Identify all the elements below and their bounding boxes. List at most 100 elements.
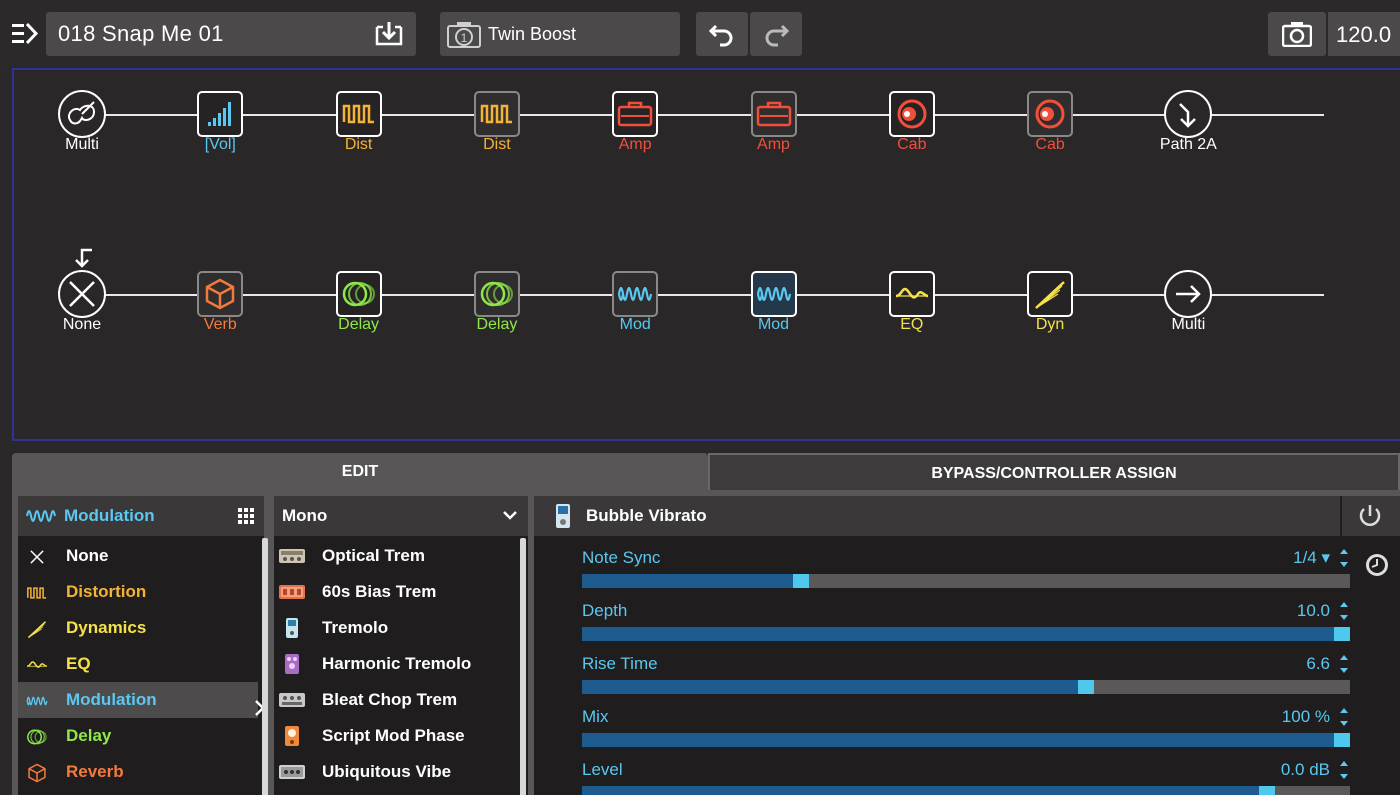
param-stepper-icon[interactable] [1338,652,1350,676]
category-scrollbar[interactable] [262,538,268,795]
chevron-down-icon [503,511,517,520]
delay-icon [480,281,513,307]
param-value[interactable]: 6.6 [1306,654,1330,674]
redo-icon [765,24,790,47]
param-value[interactable]: 100 % [1282,707,1330,727]
output-path-2a[interactable] [1164,90,1213,138]
slider-fill [582,786,1267,795]
block-mod-path-b-5[interactable] [750,271,797,317]
pedal-thumbnail-icon [278,654,306,674]
category-item-label: EQ [66,654,91,673]
param-slider[interactable] [582,627,1350,641]
param-value[interactable]: 1/4 ▾ [1293,548,1330,568]
block-label: Amp [757,136,790,153]
redo-button[interactable] [750,12,802,56]
block-dyn-path-b-7[interactable] [1027,271,1074,317]
category-panel: Modulation None Distortion Dynamics EQ Modul… [18,496,268,795]
snapshot-name: Twin Boost [488,24,577,44]
category-header[interactable]: Modulation [18,496,264,536]
param-stepper-icon[interactable] [1338,599,1350,623]
block-dist-path-a-3[interactable] [473,91,520,137]
slider-thumb[interactable] [1334,627,1350,641]
category-item-label: Modulation [66,690,157,709]
block-amp-path-a-5[interactable] [750,91,797,137]
slider-thumb[interactable] [1078,680,1094,694]
category-header-label: Modulation [64,506,155,525]
input-none[interactable] [58,270,106,318]
block-mod-path-b-4[interactable] [612,271,659,317]
param-stepper-icon[interactable] [1338,705,1350,729]
param-slider[interactable] [582,574,1350,588]
param-slider[interactable] [582,733,1350,747]
dynamics-icon [1035,281,1065,309]
category-item-delay[interactable]: Delay [18,718,258,754]
param-level: Level 0.0 dB [582,760,1352,795]
distortion-icon [480,104,512,124]
block-power-button[interactable] [1342,496,1400,536]
model-item-label: 60s Bias Trem [322,582,437,601]
model-item[interactable]: Bleat Chop Trem [274,682,518,718]
param-slider[interactable] [582,680,1350,694]
grid-icon[interactable] [238,508,254,524]
menu-icon[interactable] [10,20,40,48]
pedal-thumbnail-icon [278,690,306,710]
tab-bypass-controller-assign[interactable]: BYPASS/CONTROLLER ASSIGN [708,453,1400,490]
undo-button[interactable] [696,12,748,56]
model-item[interactable]: Tremolo [274,610,518,646]
model-item[interactable]: 60s Bias Trem [274,574,518,610]
tempo-display[interactable]: 120.0 [1328,12,1400,56]
block-label: [Vol] [204,136,236,153]
category-item-modulation[interactable]: Modulation [18,682,265,718]
tab-edit[interactable]: EDIT [12,453,708,490]
eq-icon [895,287,929,299]
snapshot-button[interactable] [1268,12,1326,56]
block-vol-path-a-1[interactable] [197,91,244,137]
modulation-icon [756,286,791,302]
snapshot-camera-icon: 1 [446,21,482,49]
save-icon[interactable] [374,21,404,47]
category-item-eq[interactable]: EQ [18,646,258,682]
snapshot-selector[interactable]: 1 Twin Boost [440,12,680,56]
param-slider[interactable] [582,786,1350,795]
model-subcategory-dropdown[interactable]: Mono [274,496,528,536]
none-icon [30,550,44,564]
input-multi[interactable] [58,90,106,138]
block-cab-path-a-6[interactable] [888,91,935,137]
model-item[interactable]: Ubiquitous Vibe [274,754,518,790]
eq-icon [27,661,47,668]
pedal-icon [556,504,570,528]
slider-thumb[interactable] [1259,786,1275,795]
category-item-reverb[interactable]: Reverb [18,754,258,790]
slider-thumb[interactable] [1334,733,1350,747]
preset-selector[interactable]: 018 Snap Me 01 [46,12,416,56]
tempo-sync-clock-icon[interactable] [1364,552,1390,578]
block-eq-path-b-6[interactable] [888,271,935,317]
tempo-value: 120.0 [1336,22,1392,47]
category-item-dynamics[interactable]: Dynamics [18,610,258,646]
param-value[interactable]: 0.0 dB [1281,760,1330,780]
model-scrollbar[interactable] [520,538,526,795]
model-item[interactable]: Optical Trem [274,538,518,574]
block-verb-path-b-1[interactable] [197,271,244,317]
output-multi[interactable] [1164,270,1213,318]
pedal-thumbnail-icon [278,762,306,782]
block-delay-path-b-2[interactable] [335,271,382,317]
param-value[interactable]: 10.0 [1297,601,1330,621]
slider-thumb[interactable] [793,574,809,588]
model-item[interactable]: Script Mod Phase [274,718,518,754]
block-delay-path-b-3[interactable] [473,271,520,317]
param-stepper-icon[interactable] [1338,546,1350,570]
category-item-none[interactable]: None [18,538,258,574]
distortion-icon [27,587,47,599]
block-dist-path-a-2[interactable] [335,91,382,137]
param-stepper-icon[interactable] [1338,758,1350,782]
block-label: Dist [344,136,373,153]
modulation-icon [26,696,48,706]
block-cab-path-a-7[interactable] [1027,91,1074,137]
block-amp-path-a-4[interactable] [612,91,659,137]
category-item-distortion[interactable]: Distortion [18,574,258,610]
model-item[interactable]: Harmonic Tremolo [274,646,518,682]
split-output-icon [1179,103,1197,128]
preset-name: 018 Snap Me 01 [58,21,224,46]
model-name: Bubble Vibrato [586,506,707,525]
